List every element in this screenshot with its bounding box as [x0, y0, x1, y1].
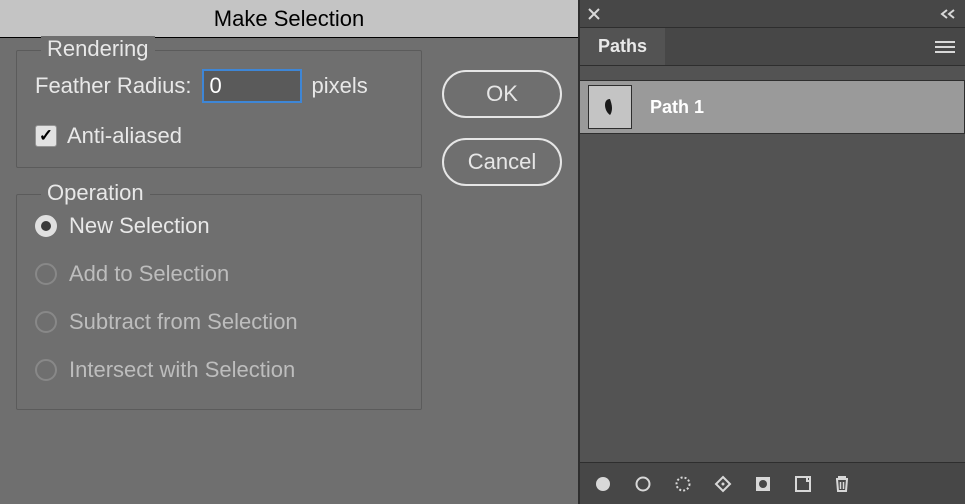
make-work-path-icon[interactable] [714, 475, 732, 493]
operation-option-subtract: Subtract from Selection [35, 309, 403, 335]
path-item[interactable]: Path 1 [580, 80, 965, 134]
panel-footer [580, 462, 965, 504]
radio-subtract-from-selection [35, 311, 57, 333]
anti-aliased-label: Anti-aliased [67, 123, 182, 149]
radio-add-to-selection [35, 263, 57, 285]
path-name: Path 1 [650, 97, 704, 118]
load-selection-icon[interactable] [674, 475, 692, 493]
panel-tabbar: Paths [580, 28, 965, 66]
panel-topbar [580, 0, 965, 28]
ok-button[interactable]: OK [442, 70, 562, 118]
tab-label: Paths [598, 36, 647, 57]
radio-label: Subtract from Selection [69, 309, 298, 335]
fill-path-icon[interactable] [594, 475, 612, 493]
anti-aliased-checkbox[interactable]: ✓ [35, 125, 57, 147]
radio-label: New Selection [69, 213, 210, 239]
feather-radius-input[interactable] [202, 69, 302, 103]
panel-menu-icon[interactable] [935, 40, 955, 54]
radio-intersect-with-selection [35, 359, 57, 381]
radio-label: Intersect with Selection [69, 357, 295, 383]
tab-paths[interactable]: Paths [580, 28, 665, 65]
operation-option-new[interactable]: New Selection [35, 213, 403, 239]
delete-path-icon[interactable] [834, 475, 850, 493]
cancel-button-label: Cancel [468, 149, 536, 175]
ok-button-label: OK [486, 81, 518, 107]
radio-new-selection[interactable] [35, 215, 57, 237]
collapse-icon[interactable] [939, 8, 957, 20]
panel-content: Path 1 [580, 66, 965, 462]
feather-radius-unit: pixels [312, 73, 368, 99]
rendering-group: Rendering Feather Radius: pixels ✓ Anti-… [16, 50, 422, 168]
operation-option-intersect: Intersect with Selection [35, 357, 403, 383]
close-icon[interactable] [588, 8, 600, 20]
make-selection-dialog: Make Selection Rendering Feather Radius:… [0, 0, 578, 504]
radio-label: Add to Selection [69, 261, 229, 287]
operation-legend: Operation [41, 180, 150, 206]
feather-radius-label: Feather Radius: [35, 73, 192, 99]
rendering-legend: Rendering [41, 36, 155, 62]
cancel-button[interactable]: Cancel [442, 138, 562, 186]
operation-group: Operation New Selection Add to Selection… [16, 194, 422, 410]
add-mask-icon[interactable] [754, 475, 772, 493]
dialog-title: Make Selection [214, 6, 364, 32]
dialog-titlebar[interactable]: Make Selection [0, 0, 578, 38]
paths-panel: Paths Path 1 [578, 0, 965, 504]
operation-option-add: Add to Selection [35, 261, 403, 287]
stroke-path-icon[interactable] [634, 475, 652, 493]
new-path-icon[interactable] [794, 475, 812, 493]
path-thumbnail [588, 85, 632, 129]
